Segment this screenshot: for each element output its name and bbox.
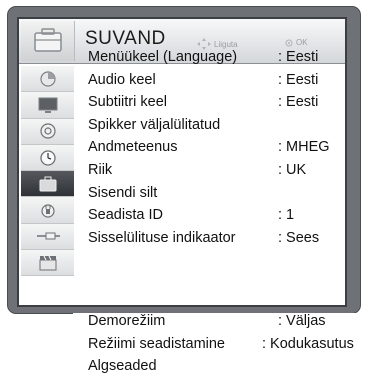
menu-row-demo-mode[interactable]: Demorežiim : Väljas <box>66 313 358 336</box>
navigation-hint-label: Liiguta <box>214 39 238 49</box>
clock-icon <box>39 149 56 166</box>
menu-row-data-service[interactable]: Andmeteenus : MHEG <box>66 139 356 162</box>
menu-row-label: Spikker väljalülitatud <box>88 116 221 133</box>
option-menu-list: Menüükeel (Language) : Eesti Audio keel … <box>66 49 356 252</box>
menu-row-label: Sisendi silt <box>88 184 158 201</box>
usb-cable-icon <box>36 232 60 240</box>
menu-overflow-continuation: Demorežiim : Väljas Režiimi seadistamine… <box>73 313 365 381</box>
menu-row-value: : Sees <box>278 229 320 246</box>
page-title: SUVAND <box>85 28 166 49</box>
menu-row-mode-setting[interactable]: Režiimi seadistamine : Kodukasutus <box>66 336 358 359</box>
menu-row-value: : Kodukasutus <box>262 335 354 352</box>
menu-row-label: Seadista ID <box>88 207 163 224</box>
menu-row-label: Demorežiim <box>88 313 166 329</box>
menu-row-label: Subtiitri keel <box>88 94 167 111</box>
menu-row-set-id[interactable]: Seadista ID : 1 <box>66 207 356 230</box>
ok-hint-label: OK <box>296 38 308 47</box>
menu-row-value: : Väljas <box>278 313 326 329</box>
menu-row-menu-language[interactable]: Menüükeel (Language) : Eesti <box>66 49 356 72</box>
menu-row-audio-language[interactable]: Audio keel : Eesti <box>66 72 356 95</box>
speaker-icon <box>39 123 56 139</box>
menu-row-label: Menüükeel (Language) <box>88 49 238 65</box>
menu-row-value: : 1 <box>278 207 295 224</box>
menu-row-label: Andmeteenus <box>88 139 178 156</box>
menu-row-value: : UK <box>278 161 307 178</box>
menu-row-label: Režiimi seadistamine <box>88 335 225 352</box>
menu-row-value: : Eesti <box>278 71 319 88</box>
menu-row-factory-reset[interactable]: Algseaded <box>66 358 358 381</box>
ok-hint: OK <box>285 38 308 47</box>
briefcase-icon <box>39 176 56 192</box>
menu-row-help-off[interactable]: Spikker väljalülitatud <box>66 117 356 140</box>
picture-icon <box>39 71 56 87</box>
menu-row-power-indicator[interactable]: Sisselülituse indikaator : Sees <box>66 230 356 253</box>
clapperboard-icon <box>39 255 56 271</box>
menu-row-value: : Eesti <box>278 94 319 111</box>
menu-row-subtitle-language[interactable]: Subtiitri keel : Eesti <box>66 94 356 117</box>
menu-row-label: Riik <box>88 161 113 178</box>
menu-row-label: Algseaded <box>88 358 157 375</box>
menu-row-value: : Eesti <box>278 49 319 65</box>
lock-icon <box>40 204 55 218</box>
menu-row-country[interactable]: Riik : UK <box>66 162 356 185</box>
menu-row-label: Sisselülituse indikaator <box>88 229 236 246</box>
sidebar-item-media[interactable] <box>21 250 74 277</box>
ok-button-icon <box>285 39 293 46</box>
menu-row-label: Audio keel <box>88 71 156 88</box>
menu-row-input-label[interactable]: Sisendi silt <box>66 185 356 208</box>
tv-icon <box>38 97 57 113</box>
menu-row-value: : MHEG <box>278 139 330 156</box>
